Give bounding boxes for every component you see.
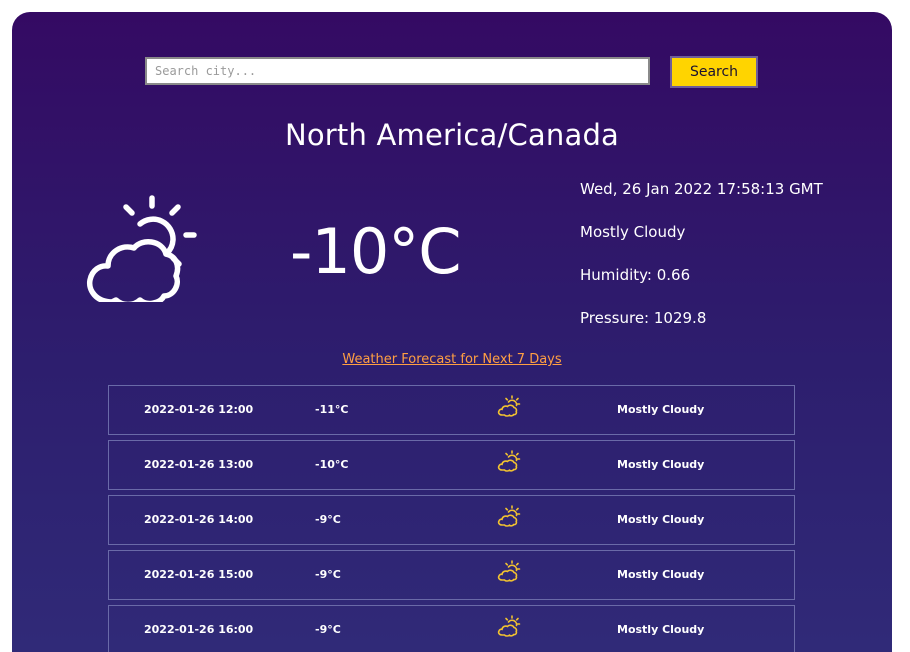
location-title: North America/Canada <box>284 118 620 152</box>
partly-cloudy-icon <box>497 615 521 637</box>
current-temperature: -10°C <box>290 215 462 288</box>
forecast-date: 2022-01-26 12:00 <box>144 403 254 416</box>
forecast-date: 2022-01-26 13:00 <box>144 458 254 471</box>
partly-cloudy-icon <box>497 450 521 472</box>
forecast-condition: Mostly Cloudy <box>617 403 705 416</box>
forecast-condition: Mostly Cloudy <box>617 623 705 636</box>
partly-cloudy-icon <box>497 395 521 417</box>
partly-cloudy-icon <box>497 505 521 527</box>
partly-cloudy-icon <box>497 560 521 582</box>
current-details: Wed, 26 Jan 2022 17:58:13 GMT Mostly Clo… <box>580 178 823 350</box>
forecast-temp: -9°C <box>315 623 341 636</box>
forecast-list: 2022-01-26 12:00 -11°C Mostly Cloudy 202… <box>108 385 795 652</box>
forecast-temp: -11°C <box>315 403 349 416</box>
search-input[interactable] <box>145 57 650 85</box>
forecast-row: 2022-01-26 13:00 -10°C Mostly Cloudy <box>108 440 795 490</box>
forecast-row: 2022-01-26 14:00 -9°C Mostly Cloudy <box>108 495 795 545</box>
forecast-temp: -10°C <box>315 458 349 471</box>
forecast-temp: -9°C <box>315 513 341 526</box>
forecast-row: 2022-01-26 15:00 -9°C Mostly Cloudy <box>108 550 795 600</box>
forecast-temp: -9°C <box>315 568 341 581</box>
forecast-date: 2022-01-26 14:00 <box>144 513 254 526</box>
current-humidity: Humidity: 0.66 <box>580 266 691 284</box>
search-bar: Search <box>12 56 892 90</box>
forecast-condition: Mostly Cloudy <box>617 458 705 471</box>
forecast-condition: Mostly Cloudy <box>617 513 705 526</box>
weather-card: Search North America/Canada -10°C Wed, 2… <box>12 12 892 652</box>
forecast-link-container: Weather Forecast for Next 7 Days <box>12 352 892 367</box>
current-datetime: Wed, 26 Jan 2022 17:58:13 GMT <box>580 180 823 198</box>
forecast-row: 2022-01-26 12:00 -11°C Mostly Cloudy <box>108 385 795 435</box>
partly-cloudy-day-icon <box>86 195 197 302</box>
current-pressure: Pressure: 1029.8 <box>580 309 707 327</box>
search-button[interactable]: Search <box>670 56 758 88</box>
forecast-condition: Mostly Cloudy <box>617 568 705 581</box>
forecast-row: 2022-01-26 16:00 -9°C Mostly Cloudy <box>108 605 795 652</box>
forecast-date: 2022-01-26 15:00 <box>144 568 254 581</box>
forecast-date: 2022-01-26 16:00 <box>144 623 254 636</box>
forecast-link[interactable]: Weather Forecast for Next 7 Days <box>342 352 561 367</box>
current-condition: Mostly Cloudy <box>580 223 686 241</box>
